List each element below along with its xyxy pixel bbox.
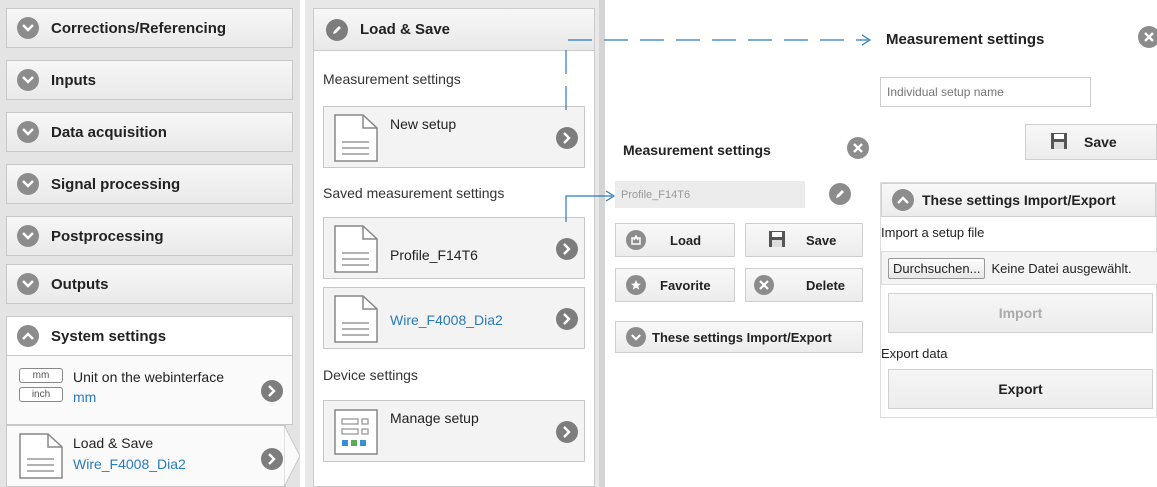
save-button[interactable]: Save (1025, 124, 1157, 160)
floppy-icon (1050, 132, 1068, 153)
import-label: Import a setup file (881, 225, 985, 240)
menu-item-label: Postprocessing (51, 227, 164, 245)
load-save-panel-inner: Load & Save Measurement settings New set… (313, 8, 595, 487)
saved-setup-item[interactable]: Profile_F14T6 (323, 217, 585, 279)
chevron-up-icon (892, 189, 914, 211)
chevron-up-icon (17, 325, 39, 347)
menu-item-label: Inputs (51, 71, 96, 89)
manage-setup-label: Manage setup (390, 410, 479, 426)
document-icon (17, 432, 65, 485)
chevron-right-icon (261, 448, 283, 470)
unit-on-webinterface-item[interactable]: mm inch Unit on the webinterface mm (6, 355, 293, 425)
floppy-icon (768, 230, 786, 251)
favorite-label: Favorite (660, 277, 711, 293)
section-device-settings: Device settings (323, 367, 418, 383)
import-export-toggle[interactable]: These settings Import/Export (881, 183, 1156, 217)
load-icon (626, 230, 646, 250)
save-button[interactable]: Save (745, 223, 863, 257)
close-icon[interactable] (847, 137, 869, 159)
document-icon (332, 224, 380, 279)
unit-icon: mm inch (19, 368, 67, 406)
pencil-icon[interactable] (829, 183, 851, 205)
close-icon (754, 275, 774, 295)
menu-item-outputs[interactable]: Outputs (6, 264, 293, 304)
dialog-title: Measurement settings (623, 142, 771, 158)
import-export-label: These settings Import/Export (652, 329, 832, 345)
chevron-right-icon (556, 421, 578, 443)
chevron-down-icon (626, 327, 646, 347)
menu-item-data-acquisition[interactable]: Data acquisition (6, 112, 293, 152)
chevron-down-icon (17, 121, 39, 143)
chevron-right-icon (261, 380, 283, 402)
menu-item-label: Corrections/Referencing (51, 19, 227, 37)
menu-item-corrections-referencing[interactable]: Corrections/Referencing (6, 8, 293, 48)
load-button[interactable]: Load (615, 223, 735, 257)
saved-setup-item[interactable]: Wire_F4008_Dia2 (323, 287, 585, 349)
section-saved-measurement-settings: Saved measurement settings (323, 185, 505, 201)
load-save-panel: Load & Save Measurement settings New set… (305, 0, 605, 487)
import-export-section: These settings Import/Export Import a se… (880, 182, 1157, 418)
panel-title: Load & Save (360, 21, 451, 38)
save-label: Save (1084, 134, 1117, 150)
load-save-item[interactable]: Load & Save Wire_F4008_Dia2 (6, 425, 286, 487)
close-icon[interactable] (1138, 26, 1157, 48)
setup-name-field: Profile_F14T6 (615, 181, 805, 208)
star-icon (626, 275, 646, 295)
menu-item-inputs[interactable]: Inputs (6, 60, 293, 100)
delete-button[interactable]: Delete (745, 268, 863, 302)
load-save-title: Load & Save (73, 435, 154, 451)
menu-item-label: Signal processing (51, 175, 181, 193)
import-button[interactable]: Import (888, 293, 1153, 333)
setup-name-input[interactable] (880, 77, 1091, 107)
export-button[interactable]: Export (888, 369, 1153, 409)
chevron-right-icon (556, 127, 578, 149)
chevron-down-icon (17, 17, 39, 39)
unit-value: mm (73, 389, 97, 405)
load-save-header: Load & Save (314, 9, 594, 51)
manage-setup-item[interactable]: Manage setup (323, 400, 585, 462)
chevron-down-icon (17, 273, 39, 295)
unit-title: Unit on the webinterface (73, 369, 224, 385)
chevron-down-icon (17, 225, 39, 247)
measurement-settings-dialog-large: Measurement settings Save These settings… (880, 20, 1157, 420)
menu-item-system-settings[interactable]: System settings (6, 316, 293, 356)
no-file-text: Keine Datei ausgewählt. (991, 260, 1132, 276)
dialog-title: Measurement settings (886, 31, 1045, 48)
save-label: Save (806, 232, 837, 248)
unit-icon-mm: mm (19, 368, 63, 383)
menu-item-label: System settings (51, 327, 167, 345)
new-setup-label: New setup (390, 116, 457, 132)
menu-item-label: Data acquisition (51, 123, 167, 141)
menu-item-signal-processing[interactable]: Signal processing (6, 164, 293, 204)
saved-setup-name: Profile_F14T6 (390, 247, 478, 263)
measurement-settings-dialog-small: Measurement settings Profile_F14T6 Load … (615, 125, 870, 365)
selection-pointer (284, 425, 300, 487)
browse-button[interactable]: Durchsuchen... (888, 257, 986, 279)
chevron-down-icon (17, 69, 39, 91)
menu-item-label: Outputs (51, 275, 109, 293)
device-icon (332, 407, 380, 462)
pencil-icon (326, 18, 348, 41)
load-label: Load (670, 232, 702, 248)
delete-label: Delete (806, 277, 846, 293)
document-icon (332, 294, 380, 349)
saved-setup-name: Wire_F4008_Dia2 (390, 312, 503, 328)
favorite-button[interactable]: Favorite (615, 268, 735, 302)
chevron-down-icon (17, 173, 39, 195)
new-setup-item[interactable]: New setup (323, 106, 585, 168)
unit-icon-inch: inch (19, 387, 63, 402)
import-export-label: These settings Import/Export (922, 192, 1116, 208)
import-export-toggle[interactable]: These settings Import/Export (615, 321, 863, 353)
section-measurement-settings: Measurement settings (323, 71, 461, 87)
menu-item-postprocessing[interactable]: Postprocessing (6, 216, 293, 256)
load-save-value: Wire_F4008_Dia2 (73, 456, 186, 472)
file-chooser: Durchsuchen... Keine Datei ausgewählt. (881, 251, 1157, 285)
left-menu: Corrections/Referencing Inputs Data acqu… (0, 0, 300, 487)
export-label: Export data (881, 346, 948, 361)
document-icon (332, 113, 380, 168)
chevron-right-icon (556, 238, 578, 260)
chevron-right-icon (556, 308, 578, 330)
